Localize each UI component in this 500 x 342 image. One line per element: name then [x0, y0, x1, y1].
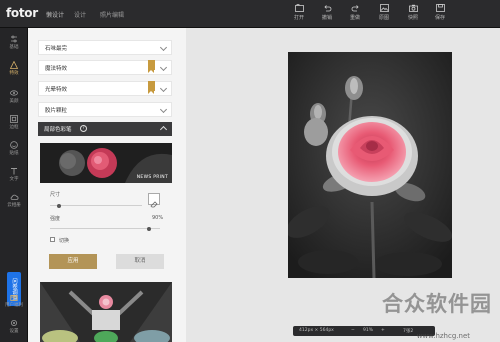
rail-frames[interactable]: 边框 [0, 112, 28, 136]
chevron-up-icon [159, 125, 168, 134]
size-slider[interactable] [50, 205, 142, 206]
effect-preset-thumbnail[interactable] [40, 282, 172, 342]
rail-text[interactable]: 文字 [0, 164, 28, 188]
chevron-down-icon [159, 43, 168, 52]
zoom-out-icon[interactable]: − [351, 328, 355, 333]
gift-icon [10, 295, 18, 301]
strength-value: 90% [152, 215, 164, 221]
zoom-in-icon[interactable]: + [381, 328, 385, 333]
rail-beauty[interactable]: 美颜 [0, 86, 28, 110]
size-slider-handle[interactable] [57, 203, 62, 208]
premium-badge-icon [148, 60, 155, 73]
site-watermark-url: www.hzhcg.net [416, 332, 470, 340]
chevron-down-icon [159, 63, 168, 72]
rose-photo [288, 52, 452, 278]
effect-preset-thumbnail[interactable]: NEWS PRINT [40, 143, 172, 183]
snapshot-button[interactable]: 快照 [401, 4, 425, 24]
open-icon [294, 4, 304, 12]
premium-badge-icon [148, 81, 155, 94]
fotor-logo[interactable]: fotor [6, 6, 38, 20]
open-button[interactable]: 打开 [287, 4, 311, 24]
size-label: 尺寸 [50, 192, 61, 198]
strength-slider-handle[interactable] [147, 226, 151, 231]
rail-basic[interactable]: 基础 [0, 32, 28, 56]
image-icon [379, 4, 389, 12]
undo-button[interactable]: 撤销 [315, 4, 339, 24]
editor-canvas[interactable]: 412px × 564px − 91% + 7张2 合众软件园 www.hzhc… [186, 28, 500, 342]
nav-photo-edit[interactable]: 照片编辑 [100, 10, 124, 19]
save-icon [435, 4, 445, 12]
chevron-down-icon [159, 84, 168, 93]
camera-icon [408, 4, 418, 12]
save-button[interactable]: 保存 [428, 4, 452, 24]
accordion-item[interactable]: 魔法特效 [38, 60, 172, 75]
accordion-item[interactable]: 光晕特效 [38, 81, 172, 96]
zoom-level[interactable]: 91% [363, 328, 373, 333]
effects-panel: 石味最完 魔法特效 光晕特效 胶片颗粒 局部色彩笔 ? NEWS PRINT 尺… [28, 28, 186, 342]
site-watermark: 合众软件园 [382, 292, 492, 316]
cloud-icon [10, 194, 18, 200]
rail-effects[interactable]: 特效 [0, 58, 28, 82]
gear-icon [11, 320, 17, 326]
undo-icon [323, 5, 331, 12]
chevron-down-icon [159, 105, 168, 114]
toggle-label: 切换 [59, 238, 70, 244]
top-bar: fotor 懒设计 设计 照片编辑 打开 撤销 重做 原图 快照 保存 [0, 0, 500, 28]
eraser-icon [150, 201, 158, 208]
compare-button[interactable]: 原图 [372, 4, 396, 24]
redo-button[interactable]: 重做 [343, 4, 367, 24]
accordion-item[interactable]: 石味最完 [38, 40, 172, 55]
rail-user-benefits[interactable]: 用户福利 [0, 290, 28, 314]
toggle-checkbox[interactable] [50, 237, 55, 242]
frame-icon [10, 115, 18, 123]
rail-settings[interactable]: 设置 [0, 316, 28, 340]
logo-subtitle: 懒设计 [46, 12, 65, 19]
rail-stickers[interactable]: 贴纸 [0, 138, 28, 162]
status-extra: 7张2 [403, 329, 414, 334]
strength-slider[interactable] [50, 228, 160, 229]
sliders-icon [11, 35, 17, 43]
nav-design[interactable]: 设计 [74, 10, 86, 19]
photo-editor-window: fotor 懒设计 设计 照片编辑 打开 撤销 重做 原图 快照 保存 基础 特… [0, 0, 500, 342]
apply-button[interactable]: 应用 [49, 254, 97, 269]
sticker-icon [10, 141, 18, 149]
cancel-button[interactable]: 取消 [116, 254, 164, 269]
eye-icon [10, 90, 18, 96]
accordion-item[interactable]: 胶片颗粒 [38, 102, 172, 117]
redo-icon [351, 5, 359, 12]
help-icon[interactable]: ? [80, 125, 87, 132]
color-splash-header[interactable]: 局部色彩笔 ? [38, 122, 172, 136]
effects-icon [10, 61, 18, 69]
text-icon [11, 168, 17, 175]
image-dimensions: 412px × 564px [299, 328, 334, 333]
eraser-button[interactable] [148, 193, 160, 208]
preset-image [40, 282, 172, 342]
rail-cloud[interactable]: 云相册 [0, 190, 28, 214]
status-bar: 412px × 564px − 91% + 7张2 [293, 326, 435, 336]
edited-photo[interactable] [288, 52, 452, 278]
strength-label: 强度 [50, 216, 61, 222]
tool-rail: 基础 特效 美颜 边框 贴纸 文字 云相册 问卷调查 用户福利 设置 [0, 28, 28, 342]
